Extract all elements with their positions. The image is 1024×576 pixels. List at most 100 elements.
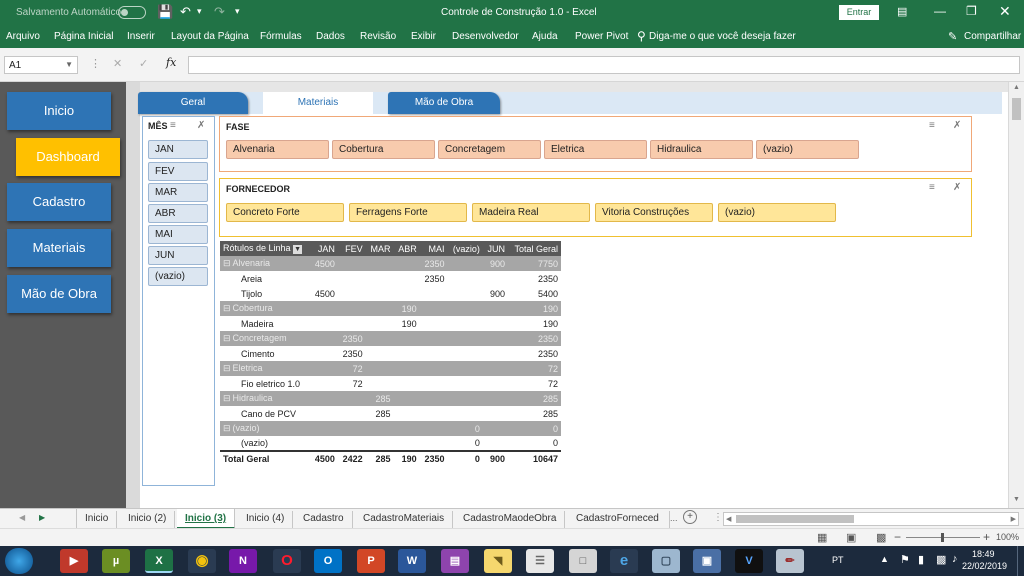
table-cell[interactable] bbox=[483, 346, 508, 361]
table-cell[interactable] bbox=[366, 271, 394, 286]
phase-item-cobertura[interactable]: Cobertura bbox=[332, 140, 435, 159]
table-cell[interactable]: 2350 bbox=[508, 346, 561, 361]
formula-input[interactable] bbox=[188, 56, 1020, 74]
table-cell[interactable] bbox=[420, 331, 448, 346]
table-cell[interactable] bbox=[483, 316, 508, 331]
table-cell[interactable]: 0 bbox=[448, 451, 483, 466]
page-layout-icon[interactable]: ▣ bbox=[846, 531, 856, 544]
opera-icon[interactable]: O bbox=[273, 549, 301, 573]
sheet-tab-cadastro-fornecedor[interactable]: CadastroForneced bbox=[568, 511, 670, 528]
sheet-tab-cadastro-mao-de-obra[interactable]: CadastroMaodeObra bbox=[455, 511, 566, 528]
table-cell[interactable]: 0 bbox=[448, 421, 483, 436]
tab-materiais[interactable]: Materiais bbox=[263, 92, 373, 114]
cancel-icon[interactable]: ✕ bbox=[113, 57, 122, 70]
table-cell[interactable] bbox=[310, 271, 338, 286]
supplier-item-vazio[interactable]: (vazio) bbox=[718, 203, 836, 222]
phase-item-hidraulica[interactable]: Hidraulica bbox=[650, 140, 753, 159]
undo-dropdown-icon[interactable]: ▾ bbox=[197, 6, 202, 17]
row-label[interactable]: ⊟ Hidraulica bbox=[220, 391, 310, 406]
table-cell[interactable]: 190 bbox=[393, 301, 419, 316]
sheet-tab-cadastro[interactable]: Cadastro bbox=[295, 511, 353, 528]
table-cell[interactable] bbox=[310, 391, 338, 406]
table-cell[interactable] bbox=[366, 256, 394, 271]
table-cell[interactable]: 72 bbox=[508, 361, 561, 376]
multi-select-icon[interactable]: ≡ bbox=[929, 120, 935, 131]
row-label[interactable]: Total Geral bbox=[220, 451, 310, 466]
powerpoint-icon[interactable]: P bbox=[357, 549, 385, 573]
winrar-icon[interactable]: ▤ bbox=[441, 549, 469, 573]
flag-icon[interactable]: ⚑ bbox=[900, 553, 910, 566]
multi-select-icon[interactable]: ≡ bbox=[929, 182, 935, 193]
tab-revisao[interactable]: Revisão bbox=[360, 31, 396, 42]
month-item-vazio[interactable]: (vazio) bbox=[148, 267, 208, 286]
tab-exibir[interactable]: Exibir bbox=[411, 31, 436, 42]
table-cell[interactable] bbox=[483, 421, 508, 436]
table-cell[interactable] bbox=[393, 256, 419, 271]
month-item-fev[interactable]: FEV bbox=[148, 162, 208, 181]
table-cell[interactable]: 0 bbox=[508, 421, 561, 436]
table-cell[interactable] bbox=[420, 391, 448, 406]
nav-dashboard-button[interactable]: Dashboard bbox=[16, 138, 120, 176]
chrome-icon[interactable]: ◉ bbox=[188, 549, 216, 573]
nav-materiais-button[interactable]: Materiais bbox=[7, 229, 111, 267]
undo-icon[interactable]: ↶ bbox=[180, 4, 191, 20]
network-icon[interactable]: ▩ bbox=[936, 553, 946, 566]
table-cell[interactable] bbox=[393, 406, 419, 421]
row-label[interactable]: Madeira bbox=[220, 316, 310, 331]
network-tool-icon[interactable]: ▣ bbox=[693, 549, 721, 573]
supplier-item-ferragens-forte[interactable]: Ferragens Forte bbox=[349, 203, 467, 222]
row-label[interactable]: ⊟ Alvenaria bbox=[220, 256, 310, 271]
table-cell[interactable]: 2422 bbox=[338, 451, 366, 466]
internet-explorer-icon[interactable]: e bbox=[610, 549, 638, 573]
zoom-out-icon[interactable]: − bbox=[894, 530, 901, 544]
table-cell[interactable] bbox=[483, 361, 508, 376]
table-cell[interactable]: 72 bbox=[338, 376, 366, 391]
table-cell[interactable]: 285 bbox=[508, 406, 561, 421]
table-cell[interactable]: 285 bbox=[366, 391, 394, 406]
table-cell[interactable] bbox=[448, 406, 483, 421]
table-cell[interactable] bbox=[483, 391, 508, 406]
notepad-icon[interactable]: ☰ bbox=[526, 549, 554, 573]
table-cell[interactable]: 285 bbox=[366, 406, 394, 421]
collapse-icon[interactable]: ⊟ bbox=[223, 258, 231, 268]
table-cell[interactable] bbox=[448, 331, 483, 346]
enter-icon[interactable]: ✓ bbox=[139, 57, 148, 70]
filter-dropdown-icon[interactable]: ▼ bbox=[293, 244, 303, 254]
show-hidden-icons[interactable]: ▲ bbox=[880, 554, 889, 564]
table-cell[interactable] bbox=[310, 436, 338, 451]
row-label[interactable]: Cimento bbox=[220, 346, 310, 361]
h-scroll-thumb[interactable] bbox=[736, 515, 854, 523]
collapse-icon[interactable]: ⊟ bbox=[223, 423, 231, 433]
collapse-icon[interactable]: ⊟ bbox=[223, 303, 231, 313]
tab-power-pivot[interactable]: Power Pivot bbox=[575, 31, 628, 42]
clear-filter-icon[interactable]: ✗ bbox=[953, 182, 961, 193]
table-cell[interactable] bbox=[310, 301, 338, 316]
month-item-abr[interactable]: ABR bbox=[148, 204, 208, 223]
tab-dados[interactable]: Dados bbox=[316, 31, 345, 42]
collapse-icon[interactable]: ⊟ bbox=[223, 393, 231, 403]
tab-desenvolvedor[interactable]: Desenvolvedor bbox=[452, 31, 519, 42]
table-cell[interactable] bbox=[420, 286, 448, 301]
collapse-icon[interactable]: ⊟ bbox=[223, 363, 231, 373]
tab-formulas[interactable]: Fórmulas bbox=[260, 31, 302, 42]
table-cell[interactable]: 190 bbox=[393, 451, 419, 466]
table-cell[interactable] bbox=[420, 316, 448, 331]
file-explorer-icon[interactable]: ◥ bbox=[484, 549, 512, 573]
table-cell[interactable] bbox=[338, 436, 366, 451]
table-cell[interactable] bbox=[366, 421, 394, 436]
row-label[interactable]: ⊟ (vazio) bbox=[220, 421, 310, 436]
table-cell[interactable]: 0 bbox=[448, 436, 483, 451]
supplier-item-vitoria-construcoes[interactable]: Vitoria Construções bbox=[595, 203, 713, 222]
table-cell[interactable] bbox=[338, 271, 366, 286]
table-cell[interactable]: 2350 bbox=[508, 331, 561, 346]
table-cell[interactable] bbox=[393, 331, 419, 346]
volume-icon[interactable]: ♪ bbox=[952, 553, 958, 565]
phase-item-eletrica[interactable]: Eletrica bbox=[544, 140, 647, 159]
normal-view-icon[interactable]: ▦ bbox=[817, 531, 827, 544]
row-label[interactable]: (vazio) bbox=[220, 436, 310, 451]
table-cell[interactable]: 2350 bbox=[508, 271, 561, 286]
table-cell[interactable] bbox=[366, 331, 394, 346]
sheet-tab-inicio-4[interactable]: Inicio (4) bbox=[238, 511, 294, 528]
table-cell[interactable] bbox=[366, 361, 394, 376]
page-break-icon[interactable]: ▩ bbox=[876, 531, 886, 544]
